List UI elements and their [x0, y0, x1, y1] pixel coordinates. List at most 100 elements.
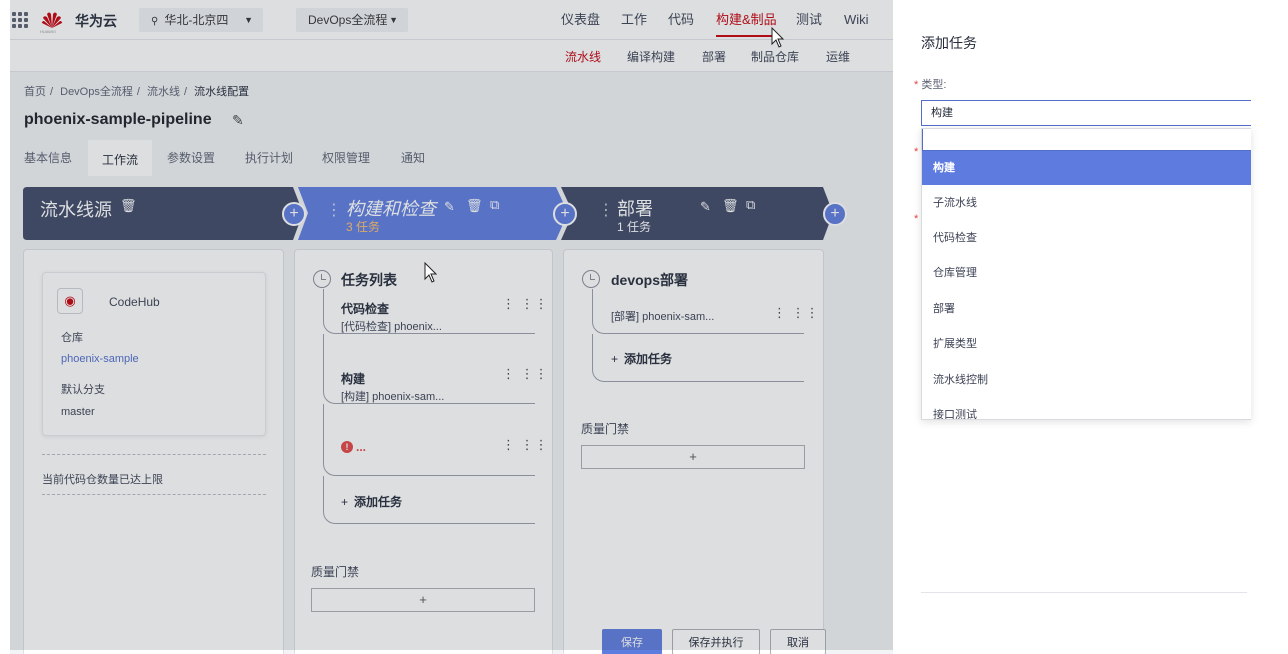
- copy-icon[interactable]: ⧉: [490, 197, 499, 213]
- error-icon: !: [341, 441, 353, 453]
- nav-build-artifacts[interactable]: 构建&制品: [716, 0, 777, 40]
- nav-dashboard[interactable]: 仪表盘: [561, 0, 600, 40]
- divider: [42, 454, 266, 455]
- nav-work[interactable]: 工作: [621, 0, 647, 40]
- copy-icon[interactable]: ⧉: [746, 197, 755, 213]
- clock-icon: [582, 270, 600, 288]
- add-task-button[interactable]: + 添加任务: [341, 493, 402, 510]
- pipeline-editor-app: HUAWEI 华为云 ⚲ 华北-北京四 ▼ DevOps全流程 ▼ 仪表盘 工作 …: [10, 0, 893, 654]
- task-code-check-name[interactable]: 代码检查: [341, 300, 389, 317]
- project-select[interactable]: DevOps全流程 ▼: [296, 8, 408, 32]
- cancel-button[interactable]: 取消: [770, 629, 826, 654]
- type-option-pipeline-control[interactable]: 流水线控制: [922, 363, 1251, 397]
- tab-schedule[interactable]: 执行计划: [245, 140, 293, 176]
- chevron-down-icon: ▼: [244, 15, 253, 25]
- stage-build-count: 3 任务: [346, 220, 381, 234]
- more-icon[interactable]: ⋮ ⋮⋮: [502, 296, 549, 312]
- save-and-run-button[interactable]: 保存并执行: [672, 629, 760, 654]
- stage-deploy-count: 1 任务: [617, 220, 652, 234]
- task-deploy-desc[interactable]: [部署] phoenix-sam...: [611, 308, 714, 324]
- plus-icon: +: [611, 352, 619, 366]
- add-stage-button[interactable]: +: [823, 202, 847, 226]
- subnav-deploy[interactable]: 部署: [702, 48, 726, 65]
- breadcrumb: 首页 / DevOps全流程 / 流水线 / 流水线配置: [24, 86, 250, 98]
- required-mark: *: [914, 213, 919, 225]
- add-task-button[interactable]: + 添加任务: [611, 350, 672, 367]
- nav-test[interactable]: 测试: [796, 0, 822, 40]
- type-label: 类型:: [921, 79, 947, 91]
- repo-type: CodeHub: [109, 295, 160, 309]
- dropdown-search-input[interactable]: [922, 129, 1251, 151]
- plus-icon: +: [341, 495, 349, 509]
- add-stage-button[interactable]: +: [282, 202, 306, 226]
- more-icon[interactable]: ⋮ ⋮⋮: [502, 366, 549, 382]
- task-error-name[interactable]: ...: [356, 440, 366, 454]
- nav-code[interactable]: 代码: [668, 0, 694, 40]
- add-task-panel-title: 添加任务: [921, 35, 977, 51]
- deploy-heading: devops部署: [611, 272, 689, 288]
- branch-label: 默认分支: [61, 384, 105, 396]
- type-option-sub-pipeline[interactable]: 子流水线: [922, 186, 1251, 220]
- add-quality-gate-button[interactable]: +: [581, 445, 805, 469]
- stage-band: 流水线源 🗑 ⋮⋮ 构建和检查 3 任务 ✎ 🗑 ⧉ ⋮⋮ 部署 1 任务 ✎ …: [23, 187, 833, 240]
- mouse-cursor-icon: [771, 27, 785, 48]
- add-quality-gate-button[interactable]: +: [311, 588, 535, 612]
- task-code-check-desc[interactable]: [代码检查] phoenix...: [341, 318, 442, 334]
- repo-limit-note: 当前代码仓数量已达上限: [42, 474, 163, 486]
- repo-label: 仓库: [61, 332, 83, 344]
- branch-value: master: [61, 406, 95, 418]
- type-option-api-test[interactable]: 接口测试: [922, 398, 1251, 419]
- task-build-desc[interactable]: [构建] phoenix-sam...: [341, 388, 444, 404]
- tab-bar: 基本信息 工作流 参数设置 执行计划 权限管理 通知: [10, 140, 893, 176]
- logo-text: HUAWEI: [40, 29, 56, 34]
- subnav-pipeline[interactable]: 流水线: [565, 48, 601, 65]
- save-button[interactable]: 保存: [602, 629, 662, 654]
- trash-icon[interactable]: 🗑: [120, 198, 137, 214]
- brand-name[interactable]: 华为云: [75, 11, 117, 31]
- more-icon[interactable]: ⋮ ⋮⋮: [773, 305, 820, 321]
- breadcrumb-current: 流水线配置: [194, 86, 250, 98]
- breadcrumb-home[interactable]: 首页: [24, 86, 46, 98]
- add-task-label: 添加任务: [354, 495, 403, 509]
- pencil-icon[interactable]: ✎: [700, 199, 711, 215]
- more-icon[interactable]: ⋮ ⋮⋮: [502, 437, 549, 453]
- chevron-down-icon: ▼: [389, 15, 398, 25]
- trash-icon[interactable]: 🗑: [722, 198, 739, 214]
- tab-notifications[interactable]: 通知: [401, 140, 425, 176]
- task-list-heading: 任务列表: [341, 272, 397, 288]
- panel-divider: [921, 592, 1247, 593]
- region-select[interactable]: ⚲ 华北-北京四 ▼: [139, 8, 263, 32]
- repo-link[interactable]: phoenix-sample: [61, 353, 139, 365]
- trash-icon[interactable]: 🗑: [466, 198, 483, 214]
- pencil-icon[interactable]: ✎: [232, 112, 244, 129]
- type-option-repo-management[interactable]: 仓库管理: [922, 256, 1251, 290]
- type-option-code-check[interactable]: 代码检查: [922, 221, 1251, 255]
- tab-params[interactable]: 参数设置: [167, 140, 215, 176]
- tab-basic-info[interactable]: 基本信息: [24, 140, 72, 176]
- stage-source-title[interactable]: 流水线源: [40, 196, 112, 222]
- required-mark: *: [914, 79, 919, 91]
- type-option-build[interactable]: 构建: [922, 151, 1251, 185]
- type-option-extension[interactable]: 扩展类型: [922, 327, 1251, 361]
- breadcrumb-pipeline[interactable]: 流水线: [147, 86, 180, 98]
- region-label: 华北-北京四: [164, 13, 229, 27]
- grid-icon[interactable]: [12, 12, 28, 28]
- subnav-compile-build[interactable]: 编译构建: [627, 48, 675, 65]
- type-select[interactable]: 构建: [921, 100, 1251, 126]
- task-build-name[interactable]: 构建: [341, 370, 365, 387]
- pencil-icon[interactable]: ✎: [444, 199, 455, 215]
- breadcrumb-project[interactable]: DevOps全流程: [60, 86, 133, 98]
- add-task-label: 添加任务: [624, 352, 673, 366]
- tab-permissions[interactable]: 权限管理: [322, 140, 370, 176]
- subnav-artifact-repo[interactable]: 制品仓库: [751, 48, 799, 65]
- source-column: ◉ CodeHub 仓库 phoenix-sample 默认分支 master …: [23, 249, 284, 654]
- codehub-icon: ◉: [57, 288, 83, 314]
- subnav-ops[interactable]: 运维: [826, 48, 850, 65]
- add-stage-button[interactable]: +: [553, 202, 577, 226]
- build-column: 任务列表 代码检查 [代码检查] phoenix... ⋮ ⋮⋮ 构建 [构建]…: [294, 249, 553, 654]
- type-option-deploy[interactable]: 部署: [922, 292, 1251, 326]
- tab-workflow[interactable]: 工作流: [88, 140, 153, 176]
- codehub-card[interactable]: ◉ CodeHub 仓库 phoenix-sample 默认分支 master: [42, 272, 266, 436]
- nav-wiki[interactable]: Wiki: [844, 0, 869, 40]
- mouse-cursor-icon: [424, 262, 438, 283]
